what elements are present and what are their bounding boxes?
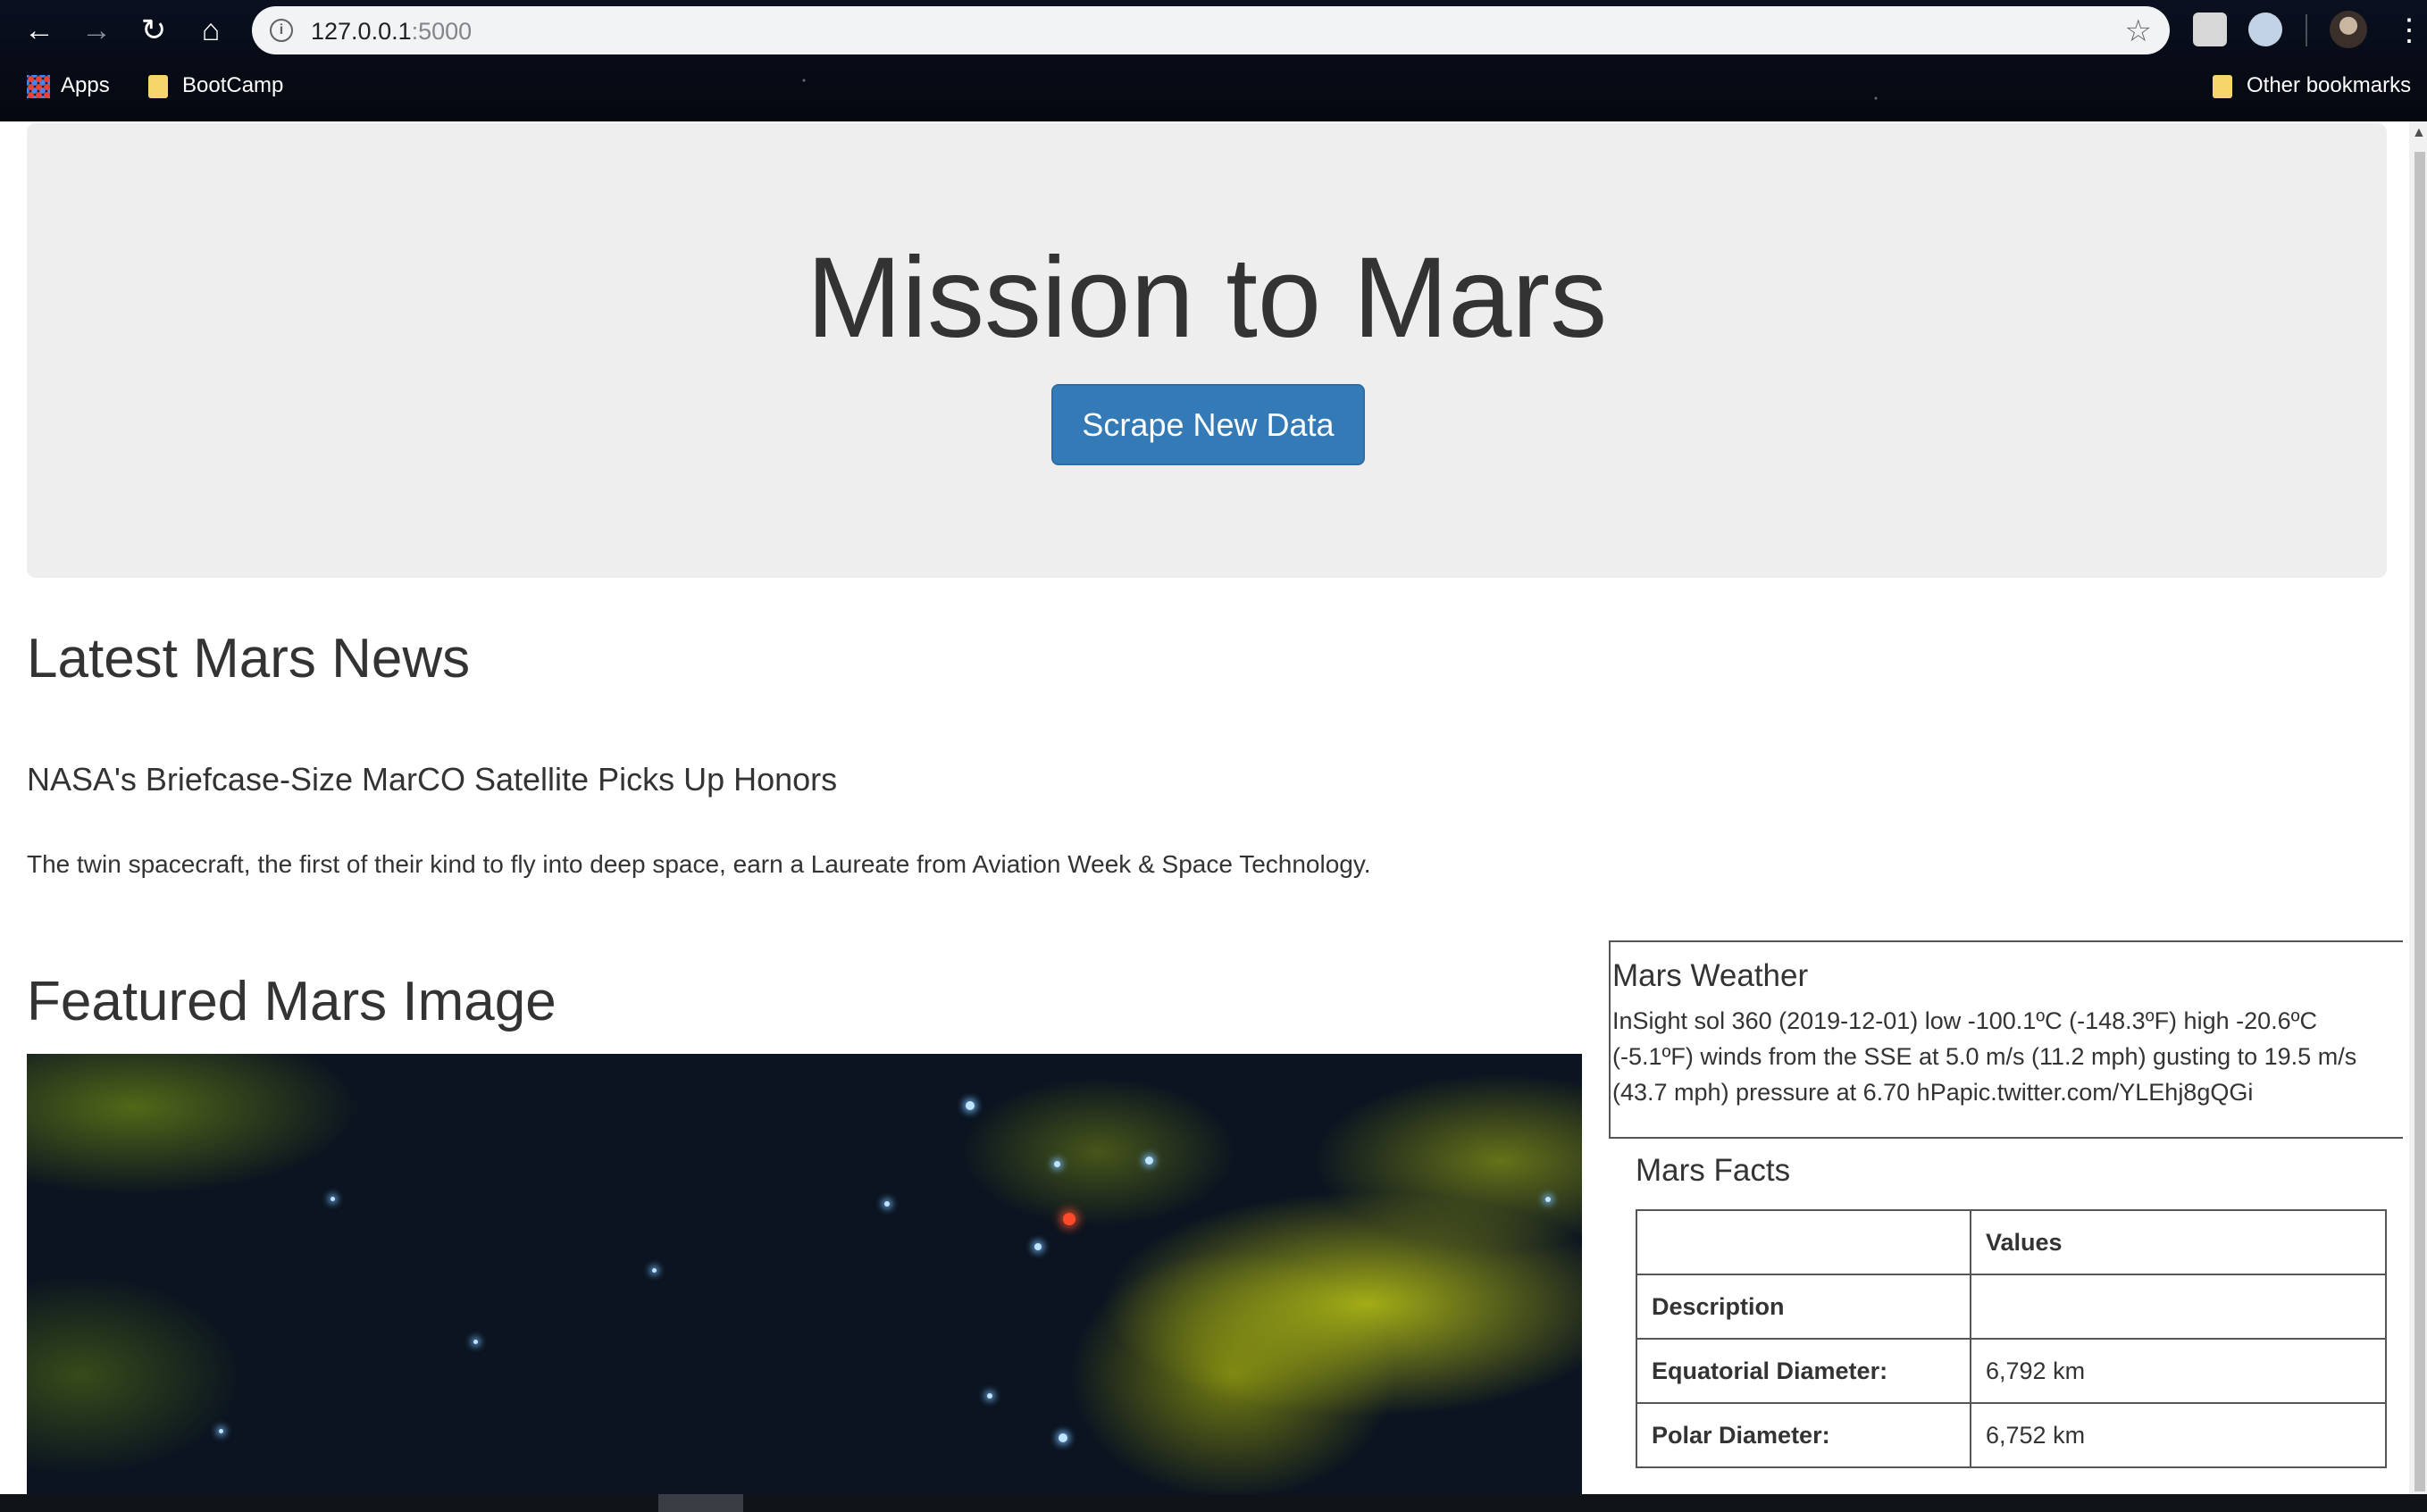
table-row: Description (1636, 1274, 2387, 1340)
bookmark-star-icon[interactable]: ☆ (2125, 13, 2152, 49)
weather-heading: Mars Weather (1612, 958, 1809, 993)
featured-mars-image (27, 1054, 1582, 1494)
fact-value: 6,752 km (1970, 1402, 2387, 1468)
table-row: Equatorial Diameter: 6,792 km (1636, 1338, 2387, 1404)
weather-text: InSight sol 360 (2019-12-01) low -100.1º… (1612, 1007, 2357, 1106)
folder-icon (148, 74, 168, 98)
site-info-icon[interactable]: i (270, 19, 293, 42)
news-title: NASA's Briefcase-Size MarCO Satellite Pi… (27, 761, 838, 798)
bookmark-bootcamp[interactable]: BootCamp (148, 68, 283, 104)
jumbotron: Mission to Mars Scrape New Data (27, 123, 2387, 578)
scrollbar-thumb[interactable] (2414, 152, 2425, 1491)
taskbar-active-app[interactable] (658, 1494, 743, 1512)
profile-avatar[interactable] (2330, 11, 2367, 48)
bookmark-bootcamp-label: BootCamp (182, 73, 284, 97)
column-header (1636, 1209, 1971, 1275)
apps-grid-icon (27, 74, 50, 98)
address-bar[interactable]: i 127.0.0.1:5000 ☆ (252, 6, 2170, 54)
address-url[interactable]: 127.0.0.1:5000 (311, 18, 472, 46)
fact-label: Description (1636, 1274, 1971, 1340)
fact-label: Equatorial Diameter: (1636, 1338, 1971, 1404)
news-heading: Latest Mars News (27, 628, 471, 689)
url-host: 127.0.0.1 (311, 18, 412, 45)
table-header-row: Values (1636, 1209, 2387, 1275)
scroll-up-icon[interactable]: ▲ (2412, 125, 2426, 141)
os-taskbar (0, 1494, 2427, 1512)
fact-value: 6,792 km (1970, 1338, 2387, 1404)
home-icon[interactable]: ⌂ (188, 7, 234, 54)
fact-label: Polar Diameter: (1636, 1402, 1971, 1468)
page-content: Mission to Mars Scrape New Data Latest M… (0, 121, 2403, 1494)
fact-value (1970, 1274, 2387, 1340)
facts-table: Values Description Equatorial Diameter: … (1636, 1209, 2387, 1468)
bookmark-other-label: Other bookmarks (2247, 73, 2412, 97)
bookmark-other[interactable]: Other bookmarks (2213, 68, 2411, 104)
browser-menu-icon[interactable]: ⋮ (2394, 7, 2424, 54)
extension-icon[interactable] (2248, 13, 2282, 46)
news-paragraph: The twin spacecraft, the first of their … (27, 850, 1371, 878)
table-row: Polar Diameter: 6,752 km (1636, 1402, 2387, 1468)
featured-image-heading: Featured Mars Image (27, 971, 557, 1032)
scrape-new-data-button[interactable]: Scrape New Data (1051, 384, 1365, 465)
page-title: Mission to Mars (806, 234, 1608, 362)
url-port: :5000 (411, 18, 473, 45)
bookmark-apps[interactable]: Apps (27, 68, 110, 104)
folder-icon (2213, 74, 2232, 98)
reload-icon[interactable]: ↻ (130, 7, 177, 54)
browser-toolbar: ← → ↻ ⌂ i 127.0.0.1:5000 ☆ ⋮ Apps BootCa… (0, 0, 2427, 121)
extension-icon[interactable] (2193, 13, 2227, 46)
forward-icon[interactable]: → (73, 7, 120, 54)
weather-panel: Mars Weather InSight sol 360 (2019-12-01… (1609, 940, 2403, 1139)
facts-heading: Mars Facts (1636, 1153, 1791, 1188)
bookmark-apps-label: Apps (61, 73, 110, 97)
back-icon[interactable]: ← (16, 7, 63, 54)
column-header: Values (1970, 1209, 2387, 1275)
toolbar-divider (2306, 14, 2307, 46)
